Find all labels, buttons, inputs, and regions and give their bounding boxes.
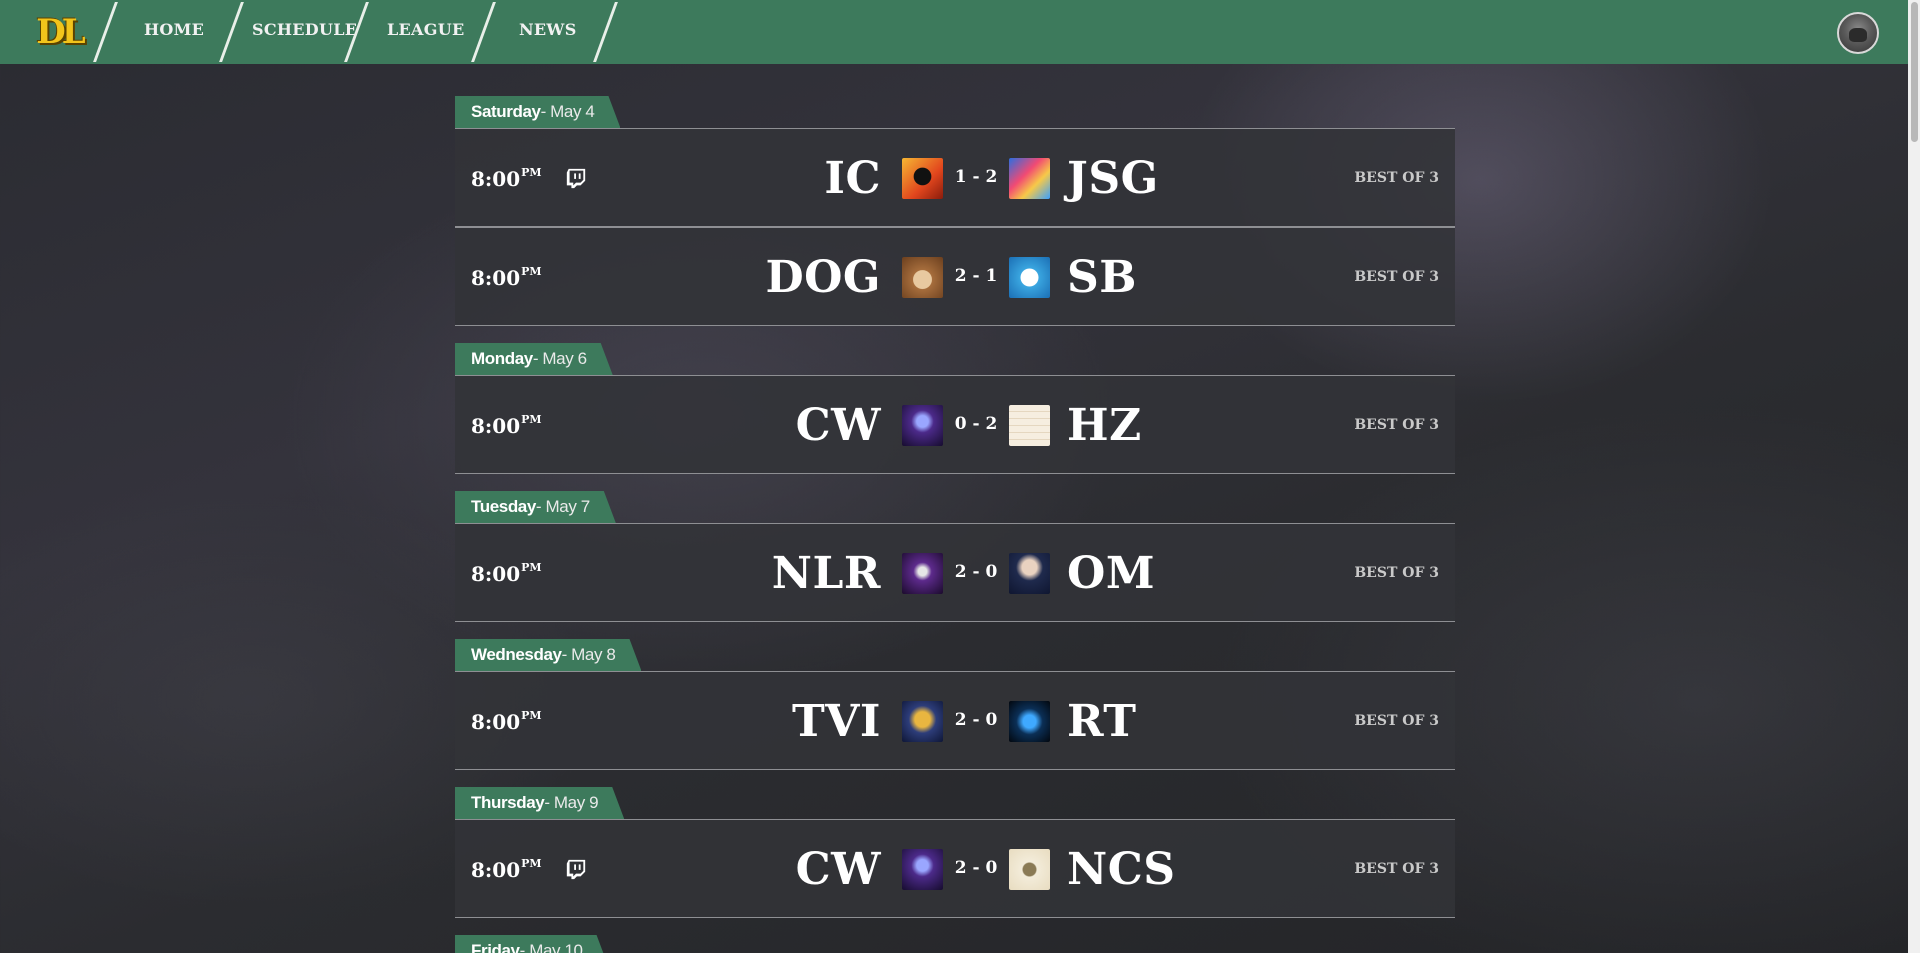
snoopy-team-logo[interactable]: [1009, 257, 1050, 298]
team1-name[interactable]: DOG: [765, 252, 881, 303]
match-format: BEST OF 3: [1354, 269, 1439, 285]
match-format: BEST OF 3: [1354, 565, 1439, 581]
nav-league[interactable]: LEAGUE: [387, 20, 464, 44]
bird-on-orange-team-logo[interactable]: [902, 158, 943, 199]
match-format: BEST OF 3: [1354, 713, 1439, 729]
match-row[interactable]: 8:00PM DOG 2 - 1 SB BEST OF 3: [455, 227, 1455, 326]
team2-name[interactable]: JSG: [1067, 153, 1159, 204]
colorful-character-team-logo[interactable]: [1009, 158, 1050, 199]
page-scrollbar[interactable]: [1908, 0, 1920, 953]
day-name: Saturday: [471, 102, 541, 121]
team2-name[interactable]: HZ: [1067, 400, 1142, 451]
match-score: 2 - 0: [954, 710, 998, 730]
portrait-man-team-logo[interactable]: [1009, 553, 1050, 594]
day-date: - May 6: [532, 349, 587, 368]
day-date: - May 8: [561, 645, 616, 664]
match-time: 8:00PM: [471, 265, 542, 290]
team1-name[interactable]: CW: [796, 400, 881, 451]
team1-name[interactable]: CW: [796, 844, 881, 895]
team1-name[interactable]: NLR: [772, 548, 881, 599]
crest-on-cream-team-logo[interactable]: [1009, 849, 1050, 890]
day-date: - May 4: [540, 102, 595, 121]
match-time: 8:00PM: [471, 857, 542, 882]
match-time: 8:00PM: [471, 561, 542, 586]
day-name: Wednesday: [471, 645, 562, 664]
ampm: PM: [521, 413, 542, 427]
day-name: Friday: [471, 941, 520, 953]
match-time: 8:00PM: [471, 413, 542, 438]
match-score: 2 - 0: [954, 562, 998, 582]
day-header: Tuesday - May 7: [455, 491, 616, 523]
day-name: Monday: [471, 349, 533, 368]
match-time: 8:00PM: [471, 166, 542, 191]
day-date: - May 7: [535, 497, 590, 516]
match-row[interactable]: 8:00PM CW 2 - 0 NCS BEST OF 3: [455, 819, 1455, 918]
nav-divider: [219, 2, 244, 62]
day-name: Thursday: [471, 793, 545, 812]
day-header: Thursday - May 9: [455, 787, 624, 819]
match-score: 2 - 1: [954, 266, 998, 286]
match-time: 8:00PM: [471, 709, 542, 734]
canwin-purple-team-logo[interactable]: [902, 849, 943, 890]
match-row[interactable]: 8:00PM NLR 2 - 0 OM BEST OF 3: [455, 523, 1455, 622]
day-header: Saturday - May 4: [455, 96, 620, 128]
match-format: BEST OF 3: [1354, 417, 1439, 433]
match-score: 0 - 2: [954, 414, 998, 434]
dark-purple-figure-team-logo[interactable]: [902, 553, 943, 594]
team2-name[interactable]: OM: [1067, 548, 1155, 599]
match-score: 1 - 2: [954, 167, 998, 187]
lion-emblem-team-logo[interactable]: [902, 701, 943, 742]
team2-name[interactable]: RT: [1067, 696, 1137, 747]
day-header: Wednesday - May 8: [455, 639, 641, 671]
ampm: PM: [521, 166, 542, 180]
team1-name[interactable]: TVI: [792, 696, 881, 747]
team2-name[interactable]: NCS: [1067, 844, 1176, 895]
day-date: - May 10: [519, 941, 583, 953]
top-nav-bar: DL HOME SCHEDULE LEAGUE NEWS: [0, 0, 1908, 64]
twitch-icon[interactable]: [565, 167, 587, 189]
ampm: PM: [521, 709, 542, 723]
scrollbar-thumb[interactable]: [1911, 2, 1918, 142]
nav-home[interactable]: HOME: [144, 20, 204, 44]
ampm: PM: [521, 857, 542, 871]
day-header: Friday - May 10: [455, 935, 609, 953]
match-format: BEST OF 3: [1354, 170, 1439, 186]
match-score: 2 - 0: [954, 858, 998, 878]
canwin-purple-team-logo[interactable]: [902, 405, 943, 446]
match-row[interactable]: 8:00PM TVI 2 - 0 RT BEST OF 3: [455, 671, 1455, 770]
nav-divider: [471, 2, 496, 62]
team2-name[interactable]: SB: [1067, 252, 1137, 303]
blue-hood-team-logo[interactable]: [1009, 701, 1050, 742]
nav-divider: [593, 2, 618, 62]
site-logo[interactable]: DL: [34, 10, 85, 54]
match-row[interactable]: 8:00PM IC 1 - 2 JSG BEST OF 3: [455, 128, 1455, 227]
ampm: PM: [521, 265, 542, 279]
user-avatar[interactable]: [1837, 12, 1879, 54]
match-format: BEST OF 3: [1354, 861, 1439, 877]
nav-news[interactable]: NEWS: [519, 20, 577, 44]
day-header: Monday - May 6: [455, 343, 613, 375]
nav-schedule[interactable]: SCHEDULE: [252, 20, 357, 44]
sketch-on-cream-team-logo[interactable]: [1009, 405, 1050, 446]
match-row[interactable]: 8:00PM CW 0 - 2 HZ BEST OF 3: [455, 375, 1455, 474]
dog-face-team-logo[interactable]: [902, 257, 943, 298]
day-date: - May 9: [544, 793, 599, 812]
twitch-icon[interactable]: [565, 858, 587, 880]
team1-name[interactable]: IC: [824, 153, 881, 204]
nav-divider: [93, 2, 118, 62]
ampm: PM: [521, 561, 542, 575]
day-name: Tuesday: [471, 497, 536, 516]
